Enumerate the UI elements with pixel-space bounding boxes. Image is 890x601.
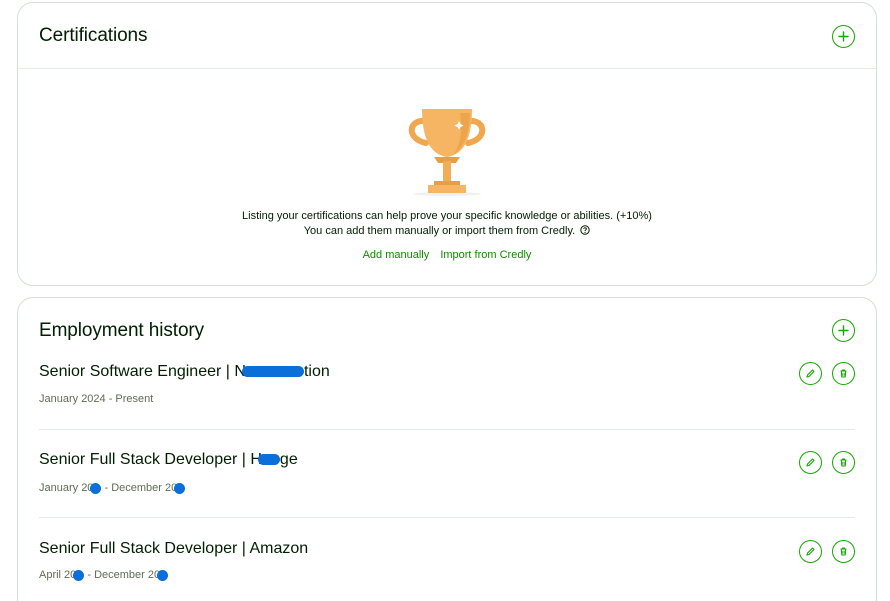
pencil-icon: [806, 369, 815, 378]
job-dates: January 2024 - Present: [39, 393, 154, 405]
question-circle-icon[interactable]: [580, 225, 590, 235]
job-dates: April 20 - December 20: [39, 569, 169, 581]
trophy-icon: [408, 109, 486, 196]
certifications-empty-text-2: You can add them manually or import them…: [18, 224, 876, 239]
job-actions: [799, 451, 855, 474]
edit-button[interactable]: [799, 451, 822, 474]
certifications-header: Certifications: [18, 3, 876, 69]
job-title: Senior Software Engineer | N tion: [39, 363, 330, 381]
redaction-mark: [157, 569, 169, 581]
job-dates-start: January 20: [39, 482, 94, 494]
plus-icon: [838, 325, 849, 336]
employment-history-section: Employment history Senior Software Engin…: [17, 297, 877, 601]
pencil-icon: [806, 547, 815, 556]
employment-header: Employment history: [18, 298, 876, 364]
job-actions: [799, 540, 855, 563]
plus-icon: [838, 31, 849, 42]
pencil-icon: [806, 458, 815, 467]
add-employment-button[interactable]: [832, 319, 855, 342]
import-from-credly-link[interactable]: Import from Credly: [440, 249, 531, 261]
job-title-tail: tion: [303, 363, 330, 380]
edit-button[interactable]: [799, 540, 822, 563]
job-dates-start: April 20: [39, 569, 77, 581]
job-title-text: Senior Full Stack Developer | H: [39, 451, 262, 468]
job-dates-end: - December 20: [101, 482, 178, 494]
redaction-mark: [174, 482, 186, 494]
employment-title: Employment history: [39, 320, 205, 341]
redaction-mark: [241, 366, 304, 378]
trash-icon: [840, 458, 847, 467]
delete-button[interactable]: [832, 451, 855, 474]
edit-button[interactable]: [799, 362, 822, 385]
divider: [39, 429, 855, 430]
redaction-mark: [90, 482, 102, 494]
job-title-text: Senior Software Engineer | N: [39, 363, 246, 380]
certifications-title: Certifications: [39, 25, 148, 46]
certifications-section: Certifications Listing your certificatio…: [17, 2, 877, 286]
trash-icon: [840, 547, 847, 556]
job-title: Senior Full Stack Developer | H ge: [39, 451, 298, 469]
job-title: Senior Full Stack Developer | Amazon: [39, 540, 309, 557]
certifications-empty-text-2-label: You can add them manually or import them…: [303, 225, 576, 237]
job-actions: [799, 362, 855, 385]
certifications-actions: Add manually Import from Credly: [18, 249, 876, 261]
add-certification-button[interactable]: [832, 25, 855, 48]
delete-button[interactable]: [832, 362, 855, 385]
trash-icon: [840, 369, 847, 378]
job-dates: January 20 - December 20: [39, 482, 186, 494]
delete-button[interactable]: [832, 540, 855, 563]
redaction-mark: [73, 569, 85, 581]
job-title-tail: ge: [279, 451, 298, 468]
redaction-mark: [257, 454, 280, 466]
certifications-empty-text-1: Listing your certifications can help pro…: [242, 210, 652, 222]
add-manually-link[interactable]: Add manually: [363, 249, 430, 261]
divider: [39, 517, 855, 518]
job-dates-end: - December 20: [84, 569, 161, 581]
